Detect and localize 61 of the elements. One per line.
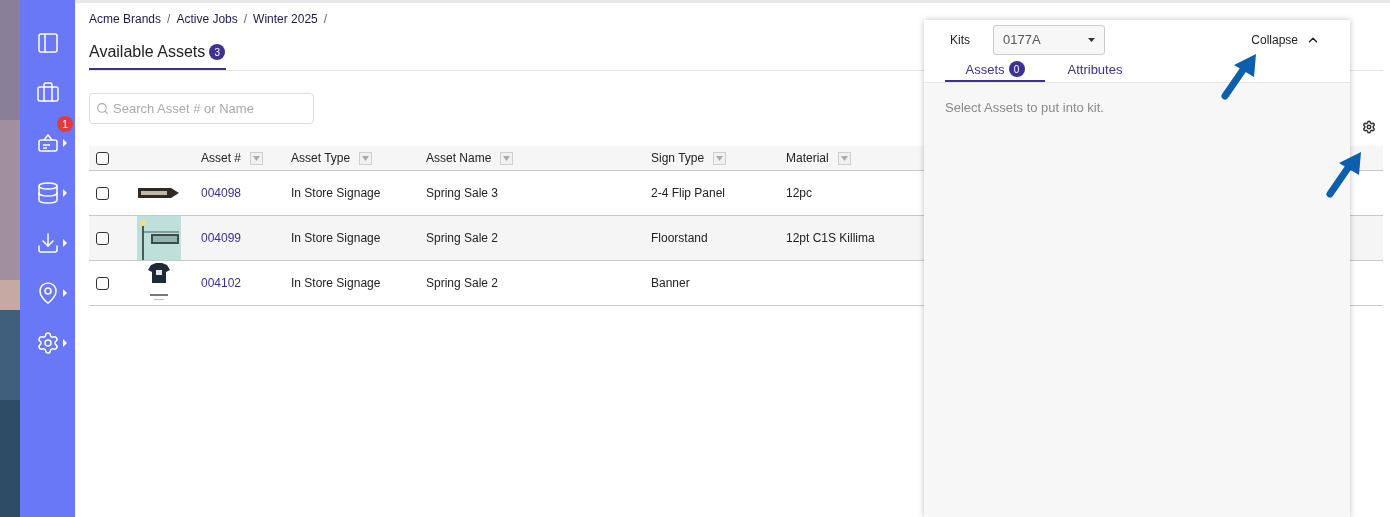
- table-cell: In Store Signage: [291, 276, 381, 290]
- kit-select[interactable]: 0177A: [993, 25, 1105, 55]
- page-title: Available Assets: [89, 42, 206, 62]
- column-header: Sign Type: [651, 150, 705, 167]
- search-icon: [96, 102, 109, 115]
- caret-right-icon[interactable]: [63, 189, 67, 197]
- asset-number-link[interactable]: 004102: [201, 276, 242, 290]
- asset-number-link[interactable]: 004098: [201, 186, 242, 200]
- database-icon[interactable]: [35, 181, 60, 205]
- pointer-arrow: [1324, 151, 1362, 199]
- empty-message: Select Assets to put into kit.: [944, 99, 1105, 117]
- table-cell: Floorstand: [651, 231, 708, 245]
- download-icon[interactable]: [35, 231, 60, 255]
- checkbox[interactable]: [96, 276, 109, 290]
- kits-label: Kits: [949, 32, 971, 49]
- search-input[interactable]: Search Asset # or Name: [113, 98, 303, 119]
- caret-down-icon: [1088, 38, 1095, 42]
- caret-right-icon[interactable]: [63, 239, 67, 247]
- filter-dropdown-icon[interactable]: [837, 151, 851, 165]
- settings-icon[interactable]: [1362, 120, 1376, 134]
- table-cell: Banner: [651, 276, 690, 290]
- checkbox[interactable]: [96, 231, 109, 245]
- column-header: Material: [786, 150, 829, 167]
- checkbox[interactable]: [96, 186, 109, 200]
- filter-dropdown-icon[interactable]: [250, 151, 264, 165]
- filter-dropdown-icon[interactable]: [359, 151, 373, 165]
- table-cell: In Store Signage: [291, 231, 381, 245]
- filter-dropdown-icon[interactable]: [713, 151, 727, 165]
- asset-number-link[interactable]: 004099: [201, 231, 242, 245]
- table-cell: Spring Sale 2: [426, 231, 499, 245]
- caret-right-icon[interactable]: [63, 339, 67, 347]
- caret-right-icon[interactable]: [63, 139, 67, 147]
- collapse-button[interactable]: Collapse: [1251, 31, 1320, 49]
- checkbox[interactable]: [96, 151, 109, 165]
- table-cell: 2-4 Flip Panel: [651, 186, 726, 200]
- caret-right-icon[interactable]: [63, 289, 67, 297]
- count-badge: 3: [209, 44, 226, 60]
- filter-dropdown-icon[interactable]: [500, 151, 514, 165]
- breadcrumb-separator: /: [167, 11, 171, 28]
- panel-tab[interactable]: Assets 0: [945, 60, 1045, 82]
- breadcrumb-link[interactable]: Acme Brands: [89, 10, 162, 28]
- briefcase-icon[interactable]: [35, 81, 60, 105]
- column-header: Asset Name: [426, 150, 492, 167]
- column-header: Asset Type: [291, 150, 351, 167]
- notification-badge: 1: [57, 116, 73, 132]
- table-cell: 12pc: [786, 186, 813, 200]
- search-field[interactable]: Search Asset # or Name: [89, 93, 314, 124]
- hanging-sign-icon[interactable]: [35, 131, 60, 155]
- count-badge: 0: [1008, 61, 1025, 77]
- sidebar-panel-icon[interactable]: [35, 31, 60, 55]
- breadcrumb-separator: /: [323, 11, 328, 28]
- breadcrumb-separator: /: [243, 11, 248, 28]
- pointer-arrow: [1219, 53, 1257, 101]
- column-header: Asset #: [201, 150, 242, 167]
- table-cell: Spring Sale 2: [426, 276, 499, 290]
- breadcrumb-link[interactable]: Active Jobs: [176, 10, 238, 28]
- table-cell: In Store Signage: [291, 186, 381, 200]
- table-cell: Spring Sale 3: [426, 186, 499, 200]
- panel-tab[interactable]: Attributes: [1045, 60, 1145, 82]
- table-cell: 12pt C1S Killima: [786, 231, 875, 245]
- breadcrumb-link[interactable]: Winter 2025: [253, 10, 318, 28]
